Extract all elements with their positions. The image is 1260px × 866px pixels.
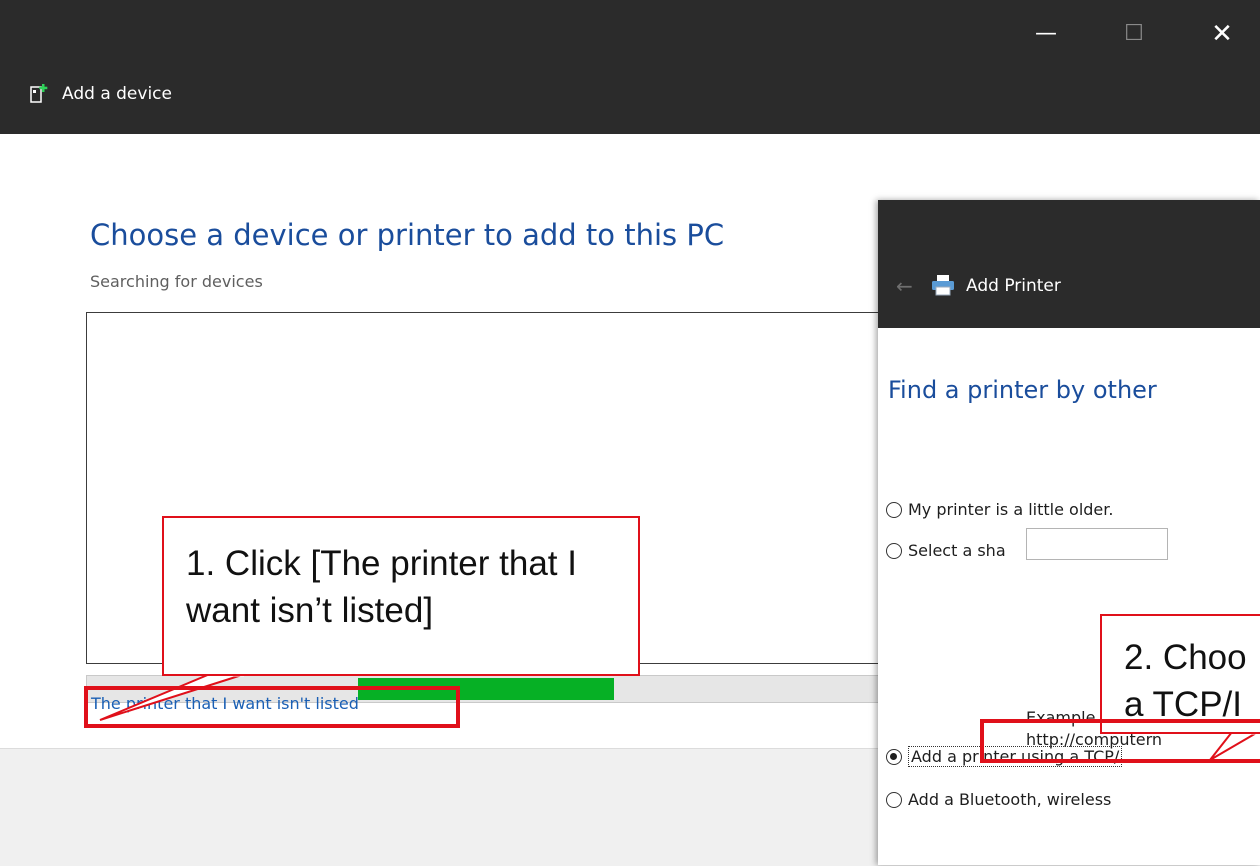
add-printer-title-bar	[878, 200, 1260, 328]
add-device-icon	[30, 84, 50, 104]
option-bluetooth-printer-label: Add a Bluetooth, wireless	[908, 790, 1112, 809]
printer-icon	[930, 274, 956, 296]
radio-tcpip-printer[interactable]	[886, 748, 902, 765]
option-older-printer-label: My printer is a little older.	[908, 500, 1114, 519]
minimize-button[interactable]: —	[1026, 22, 1066, 46]
option-shared-printer[interactable]: Select a sha	[886, 541, 1006, 560]
callout-step-1: 1. Click [The printer that I want isn’t …	[162, 516, 640, 676]
radio-older-printer[interactable]	[886, 501, 902, 518]
search-status: Searching for devices	[90, 272, 263, 291]
add-printer-title: Add Printer	[966, 276, 1061, 296]
title-bar: — ☐ ✕ Add a device	[0, 0, 1260, 134]
highlight-tcpip-option	[980, 719, 1260, 763]
back-arrow-icon[interactable]: ←	[896, 274, 913, 298]
maximize-button[interactable]: ☐	[1114, 22, 1154, 46]
option-shared-printer-label: Select a sha	[908, 541, 1006, 560]
callout-step-2: 2. Choo a TCP/I	[1100, 614, 1260, 734]
option-bluetooth-printer[interactable]: Add a Bluetooth, wireless	[886, 790, 1111, 809]
radio-shared-printer[interactable]	[886, 542, 902, 559]
add-printer-heading: Find a printer by other	[888, 376, 1157, 404]
close-button[interactable]: ✕	[1202, 21, 1242, 47]
option-older-printer[interactable]: My printer is a little older.	[886, 500, 1113, 519]
window-title: Add a device	[62, 84, 172, 104]
radio-bluetooth-printer[interactable]	[886, 791, 902, 808]
page-heading: Choose a device or printer to add to thi…	[90, 218, 725, 252]
window-title-row: Add a device	[30, 84, 172, 104]
shared-printer-name-input[interactable]	[1026, 528, 1168, 560]
highlight-not-listed-link	[84, 686, 460, 728]
